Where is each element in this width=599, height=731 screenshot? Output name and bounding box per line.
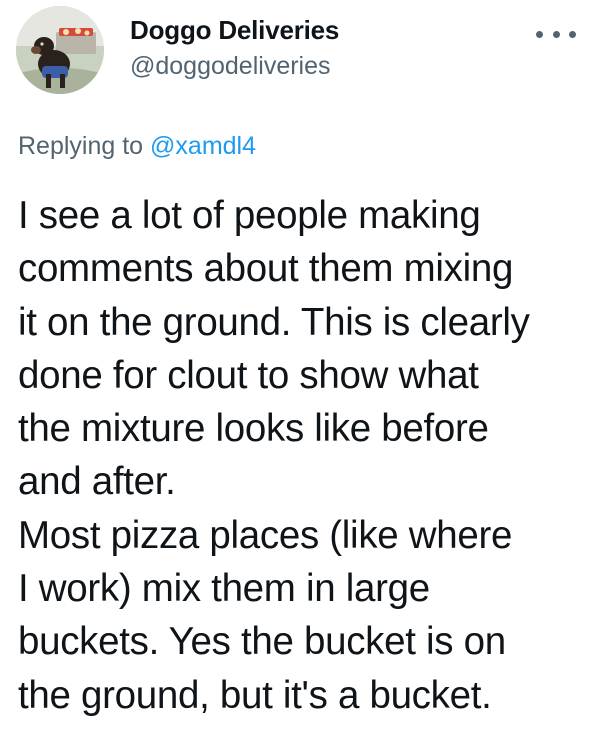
more-options-icon[interactable] — [536, 26, 576, 42]
reply-mention-link[interactable]: @xamdl4 — [150, 132, 256, 160]
tweet-text-line: the ground, but it's a bucket. — [18, 673, 492, 717]
avatar[interactable] — [16, 6, 104, 94]
tweet-text-line: buckets. Yes the bucket is on — [18, 620, 506, 664]
tweet: Doggo Deliveries @doggodeliveries Replyi… — [0, 0, 599, 731]
more-dot — [536, 30, 543, 38]
replying-to-label: Replying to — [18, 132, 151, 160]
tweet-text-line: I work) mix them in large — [18, 567, 430, 611]
replying-to-line: Replying to @xamdl4 — [18, 130, 256, 162]
tweet-text: I see a lot of people making comments ab… — [18, 189, 593, 722]
dog-avatar-image — [16, 6, 104, 94]
tweet-text-line: the mixture looks like before — [18, 407, 489, 451]
author-names[interactable]: Doggo Deliveries @doggodeliveries — [130, 14, 339, 82]
tweet-text-line: it on the ground. This is clearly — [18, 300, 530, 344]
more-dot — [569, 30, 576, 38]
tweet-text-line: Most pizza places (like where — [18, 513, 513, 557]
tweet-text-line: and after. — [18, 460, 176, 504]
more-dot — [552, 30, 560, 38]
author-handle[interactable]: @doggodeliveries — [130, 50, 339, 82]
tweet-text-line: I see a lot of people making — [18, 194, 481, 237]
tweet-text-line: done for clout to show what — [18, 353, 479, 397]
author-display-name[interactable]: Doggo Deliveries — [130, 14, 339, 46]
tweet-text-line: comments about them mixing — [18, 247, 514, 291]
